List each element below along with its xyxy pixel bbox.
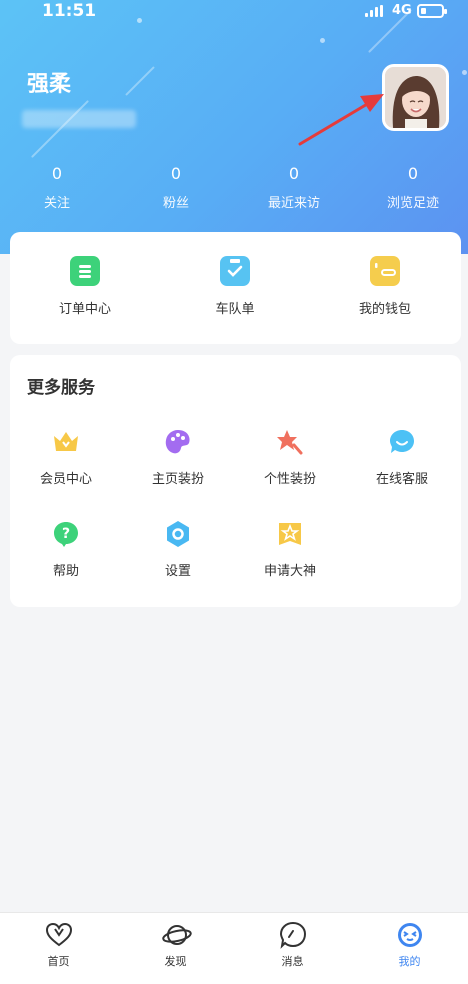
stat-followers[interactable]: 0 粉丝 <box>126 164 226 211</box>
tab-discover[interactable]: 发现 <box>117 921 234 969</box>
quick-action-label: 我的钱包 <box>358 302 411 317</box>
stats-row: 0 关注 0 粉丝 0 最近来访 0 浏览足迹 <box>0 164 468 214</box>
stat-label: 关注 <box>43 196 70 211</box>
tab-messages[interactable]: 消息 <box>234 921 351 969</box>
blurred-user-id <box>22 110 136 128</box>
clipboard-check-icon <box>220 256 250 286</box>
service-label: 主页装扮 <box>151 472 204 487</box>
stat-label: 最近来访 <box>267 196 320 211</box>
service-label: 申请大神 <box>263 564 316 579</box>
stat-browse-history[interactable]: 0 浏览足迹 <box>363 164 463 211</box>
homepage-decor-button[interactable]: 主页装扮 <box>122 428 234 487</box>
stat-following[interactable]: 0 关注 <box>7 164 107 211</box>
star-brush-icon <box>276 428 304 456</box>
service-label: 会员中心 <box>39 472 92 487</box>
tab-home[interactable]: 首页 <box>0 921 117 969</box>
stat-value: 0 <box>170 164 182 183</box>
bottom-tab-bar: 首页 发现 消息 我的 <box>0 912 468 984</box>
quick-action-label: 车队单 <box>215 302 255 317</box>
stat-label: 浏览足迹 <box>386 196 439 211</box>
avatar[interactable] <box>382 64 449 131</box>
service-label: 设置 <box>164 564 191 579</box>
signal-icon <box>365 5 387 17</box>
status-bar: 11:51 4G <box>0 0 468 24</box>
tab-label: 发现 <box>164 955 187 968</box>
more-services-card: 更多服务 会员中心 主页装扮 个性装扮 在线客服 ? 帮助 设置 申请大神 <box>10 355 461 607</box>
chat-smile-icon <box>388 428 416 456</box>
settings-button[interactable]: 设置 <box>122 520 234 579</box>
stat-value: 0 <box>51 164 63 183</box>
decor-streak <box>125 66 155 96</box>
planet-icon <box>161 921 192 949</box>
heart-icon <box>45 921 73 949</box>
apply-expert-button[interactable]: 申请大神 <box>234 520 346 579</box>
team-orders-button[interactable]: 车队单 <box>160 256 310 317</box>
member-center-button[interactable]: 会员中心 <box>10 428 122 487</box>
help-bubble-icon: ? <box>52 520 80 548</box>
section-title: 更多服务 <box>27 378 95 398</box>
svg-text:?: ? <box>62 526 70 542</box>
stat-label: 粉丝 <box>162 196 189 211</box>
profile-name[interactable]: 强柔 <box>27 66 71 98</box>
tab-label: 消息 <box>281 955 304 968</box>
service-label: 帮助 <box>52 564 79 579</box>
stat-value: 0 <box>407 164 419 183</box>
decor-dot <box>320 38 325 43</box>
wallet-icon <box>370 256 400 286</box>
stat-value: 0 <box>288 164 300 183</box>
personal-decor-button[interactable]: 个性装扮 <box>234 428 346 487</box>
order-icon <box>70 256 100 286</box>
crown-icon <box>52 428 80 456</box>
quick-actions-card: 订单中心 车队单 我的钱包 <box>10 232 461 344</box>
battery-icon <box>417 4 447 18</box>
order-center-button[interactable]: 订单中心 <box>10 256 160 317</box>
network-type: 4G <box>392 3 412 18</box>
decor-streak <box>31 100 89 158</box>
tab-mine[interactable]: 我的 <box>351 921 468 969</box>
palette-icon <box>164 428 192 456</box>
profile-header: 11:51 4G 强柔 0 关注 0 粉丝 0 最近来访 0 浏览足迹 <box>0 0 468 254</box>
tab-label: 首页 <box>47 955 70 968</box>
service-label: 个性装扮 <box>263 472 316 487</box>
decor-dot <box>462 70 467 75</box>
my-wallet-button[interactable]: 我的钱包 <box>310 256 460 317</box>
stat-recent-visitors[interactable]: 0 最近来访 <box>244 164 344 211</box>
online-support-button[interactable]: 在线客服 <box>346 428 458 487</box>
speech-bubble-icon <box>279 921 307 949</box>
hexagon-settings-icon <box>164 520 192 548</box>
face-icon <box>396 921 424 949</box>
badge-star-icon <box>276 520 304 548</box>
tab-label: 我的 <box>398 955 421 968</box>
help-button[interactable]: ? 帮助 <box>10 520 122 579</box>
quick-action-label: 订单中心 <box>58 302 111 317</box>
avatar-photo <box>385 67 446 128</box>
annotation-arrow <box>298 94 384 146</box>
status-time: 11:51 <box>42 1 97 21</box>
service-label: 在线客服 <box>375 472 428 487</box>
